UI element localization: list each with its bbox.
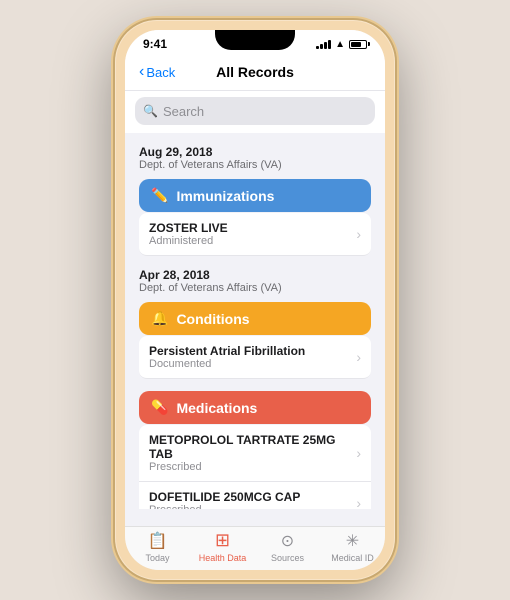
medications-label: Medications — [176, 400, 257, 416]
phone-frame: 9:41 ▲ ‹ Back All — [115, 20, 395, 580]
section-immunizations-header: Aug 29, 2018 Dept. of Veterans Affairs (… — [125, 133, 385, 175]
tab-sources[interactable]: ⊙ Sources — [255, 531, 320, 563]
back-label: Back — [146, 65, 175, 80]
today-icon: 📋 — [148, 531, 168, 551]
item-name: METOPROLOL TARTRATE 25MG TAB — [149, 433, 356, 461]
wifi-icon: ▲ — [335, 39, 345, 50]
immunizations-label: Immunizations — [176, 188, 274, 204]
conditions-label: Conditions — [176, 311, 249, 327]
back-button[interactable]: ‹ Back — [139, 65, 175, 80]
status-icons: ▲ — [316, 39, 367, 50]
immunizations-banner[interactable]: ✏️ Immunizations — [139, 179, 371, 212]
list-item[interactable]: DOFETILIDE 250MCG CAP Prescribed › — [139, 482, 371, 509]
nav-bar: ‹ Back All Records — [125, 58, 385, 91]
list-item[interactable]: ZOSTER LIVE Administered › — [139, 213, 371, 256]
medications-banner[interactable]: 💊 Medications — [139, 391, 371, 424]
signal-bars-icon — [316, 39, 331, 49]
section-dept-2: Dept. of Veterans Affairs (VA) — [139, 282, 371, 294]
chevron-right-icon: › — [356, 349, 361, 365]
chevron-right-icon: › — [356, 226, 361, 242]
item-sub: Documented — [149, 358, 305, 370]
section-conditions-header: Apr 28, 2018 Dept. of Veterans Affairs (… — [125, 256, 385, 298]
item-sub: Prescribed — [149, 461, 356, 473]
health-data-icon: ⊞ — [215, 530, 230, 551]
notch — [215, 30, 295, 50]
item-name: ZOSTER LIVE — [149, 221, 228, 235]
medications-icon: 💊 — [151, 399, 168, 416]
nav-title: All Records — [216, 64, 294, 80]
tab-today-label: Today — [145, 553, 169, 563]
list-item[interactable]: METOPROLOL TARTRATE 25MG TAB Prescribed … — [139, 425, 371, 482]
immunizations-icon: ✏️ — [151, 187, 168, 204]
item-name: DOFETILIDE 250MCG CAP — [149, 490, 300, 504]
tab-bar: 📋 Today ⊞ Health Data ⊙ Sources ✳ Medica… — [125, 526, 385, 570]
sources-icon: ⊙ — [281, 531, 294, 551]
tab-medical-id-label: Medical ID — [331, 553, 374, 563]
item-sub: Administered — [149, 235, 228, 247]
list-item[interactable]: Persistent Atrial Fibrillation Documente… — [139, 336, 371, 379]
conditions-icon: 🔔 — [151, 310, 168, 327]
conditions-banner[interactable]: 🔔 Conditions — [139, 302, 371, 335]
section-date-2: Apr 28, 2018 — [139, 268, 371, 282]
tab-health-data[interactable]: ⊞ Health Data — [190, 530, 255, 563]
nav-top: ‹ Back All Records — [139, 64, 371, 80]
tab-health-data-label: Health Data — [199, 553, 247, 563]
search-bar[interactable]: 🔍 Search — [135, 97, 375, 125]
tab-today[interactable]: 📋 Today — [125, 531, 190, 563]
chevron-right-icon: › — [356, 445, 361, 461]
scroll-content[interactable]: Aug 29, 2018 Dept. of Veterans Affairs (… — [125, 133, 385, 509]
search-icon: 🔍 — [143, 104, 158, 118]
item-name: Persistent Atrial Fibrillation — [149, 344, 305, 358]
section-medications-header — [125, 379, 385, 387]
phone-screen: 9:41 ▲ ‹ Back All — [125, 30, 385, 570]
item-sub: Prescribed — [149, 504, 300, 509]
search-placeholder: Search — [163, 104, 204, 119]
section-date-1: Aug 29, 2018 — [139, 145, 371, 159]
status-time: 9:41 — [143, 37, 167, 51]
tab-medical-id[interactable]: ✳ Medical ID — [320, 531, 385, 563]
back-chevron-icon: ‹ — [139, 64, 144, 80]
tab-sources-label: Sources — [271, 553, 304, 563]
search-container: 🔍 Search — [125, 91, 385, 133]
battery-icon — [349, 40, 367, 49]
chevron-right-icon: › — [356, 495, 361, 509]
medical-id-icon: ✳ — [346, 531, 359, 551]
section-dept-1: Dept. of Veterans Affairs (VA) — [139, 159, 371, 171]
